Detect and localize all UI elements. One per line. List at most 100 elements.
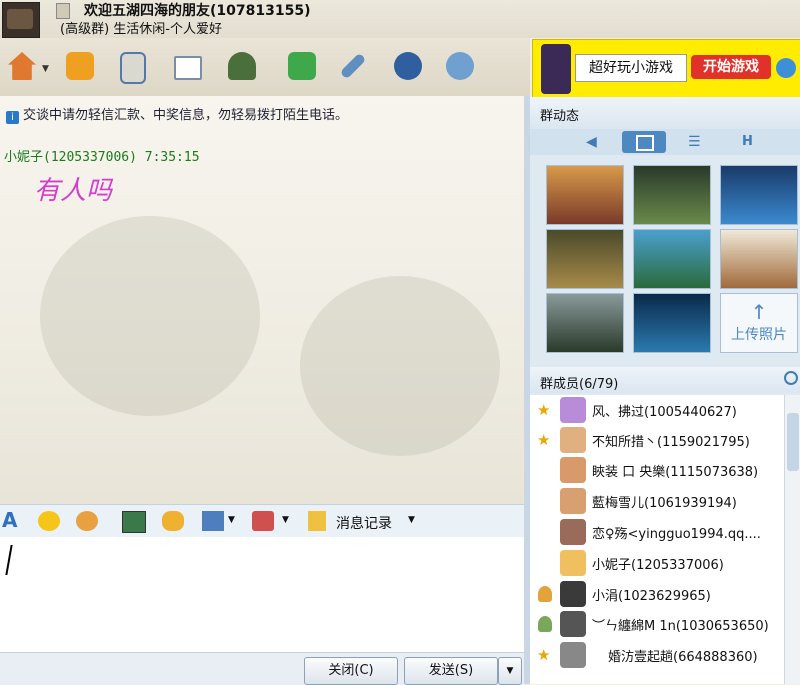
speaker-icon[interactable]: ◀: [570, 131, 614, 153]
text-cursor: [5, 545, 13, 575]
avatar: [560, 427, 586, 453]
window-subtitle: (高级群) 生活休闲-个人爱好: [60, 22, 222, 37]
scrollbar-thumb[interactable]: [787, 413, 799, 471]
message-history-button[interactable]: 消息记录: [336, 513, 392, 533]
group-type-icon: [56, 3, 70, 19]
bottom-bar: 关闭(C) 发送(S) ▼: [0, 652, 524, 685]
avatar: [560, 397, 586, 423]
admin-star-icon: ★: [537, 401, 551, 419]
member-row[interactable]: 䀹装 口 央樂(1115073638): [530, 455, 784, 485]
tab-h[interactable]: H: [726, 131, 770, 153]
message-text: 有人吗: [34, 176, 113, 206]
avatar: [560, 550, 586, 576]
member-row[interactable]: ︶ㄣ纏綿M 1n(1030653650): [530, 609, 784, 639]
shake-icon[interactable]: [162, 511, 184, 531]
admin-star-icon: ★: [537, 431, 551, 449]
info-icon: i: [6, 111, 19, 124]
chevron-down-icon[interactable]: ▼: [282, 515, 289, 525]
chevron-down-icon[interactable]: ▼: [228, 515, 235, 525]
send-button[interactable]: 发送(S): [404, 657, 498, 685]
group-dynamic-title: 群动态: [540, 109, 580, 124]
folder-icon[interactable]: [60, 48, 100, 88]
notes-icon[interactable]: [114, 48, 154, 88]
album-view-icon[interactable]: [622, 131, 666, 153]
security-notice: i 交谈中请勿轻信汇款、中奖信息，勿轻易拨打陌生电话。: [6, 104, 348, 124]
member-name: 风、拂过(1005440627): [592, 405, 737, 420]
chevron-down-icon[interactable]: ▼: [42, 64, 49, 74]
magic-emoji-icon[interactable]: [76, 511, 98, 531]
block-icon[interactable]: [252, 511, 274, 531]
member-row[interactable]: 恋♀殇<yingguo1994.qq....: [530, 517, 784, 547]
member-list-scrollbar[interactable]: [784, 395, 800, 684]
right-panel: 群动态 ◀ ☰ H ↑ 上传照片 群成员(6/79) ★ 风、拂过(100544…: [530, 97, 800, 684]
photo-thumbnail[interactable]: [633, 165, 711, 225]
photo-thumbnail[interactable]: [633, 229, 711, 289]
upload-photo-label: 上传照片: [731, 327, 787, 343]
photo-thumbnail[interactable]: [633, 293, 711, 353]
settings-icon[interactable]: [440, 48, 480, 88]
member-row[interactable]: ★ 不知所措丶(1159021795): [530, 425, 784, 455]
avatar: [560, 519, 586, 545]
avatar: [560, 642, 586, 668]
member-name: 䀹装 口 央樂(1115073638): [592, 465, 759, 480]
photo-thumbnail[interactable]: [546, 293, 624, 353]
title-bar: 欢迎五湖四海的朋友(107813155) (高级群) 生活休闲-个人爱好: [0, 0, 800, 38]
emoji-icon[interactable]: [38, 511, 60, 531]
upload-photo-button[interactable]: ↑ 上传照片: [720, 293, 798, 353]
ad-text: 超好玩小游戏: [575, 54, 687, 82]
list-view-icon[interactable]: ☰: [674, 131, 718, 153]
member-name: 藍梅雪儿(1061939194): [592, 496, 737, 511]
screenshot-icon[interactable]: [202, 511, 224, 531]
font-icon[interactable]: A: [2, 508, 24, 532]
photo-thumbnail[interactable]: [720, 165, 798, 225]
search-icon[interactable]: [784, 371, 798, 385]
avatar: [560, 488, 586, 514]
member-row[interactable]: 小妮子(1205337006): [530, 548, 784, 578]
photo-thumbnail[interactable]: [546, 229, 624, 289]
members-title: 群成员(6/79): [540, 377, 619, 392]
member-row[interactable]: 小涓(1023629965): [530, 579, 784, 609]
member-person-icon: [538, 586, 552, 602]
image-icon[interactable]: [122, 511, 146, 533]
member-name: 婚汸壹起趟(664888360): [608, 650, 758, 665]
photo-thumbnail[interactable]: [546, 165, 624, 225]
chat-history[interactable]: i 交谈中请勿轻信汇款、中奖信息，勿轻易拨打陌生电话。 小妮子(120533700…: [0, 96, 530, 504]
background-mountain-decoration: [40, 216, 260, 416]
photo-thumbnail[interactable]: [720, 229, 798, 289]
start-game-button[interactable]: 开始游戏: [691, 55, 771, 79]
home-icon[interactable]: [2, 48, 42, 88]
card-icon[interactable]: [168, 48, 208, 88]
member-row[interactable]: 藍梅雪儿(1061939194): [530, 486, 784, 516]
member-name: ︶ㄣ纏綿M 1n(1030653650): [592, 619, 769, 634]
avatar: [560, 611, 586, 637]
member-name: 不知所措丶(1159021795): [592, 435, 750, 450]
member-row[interactable]: ★ 婚汸壹起趟(664888360): [530, 640, 784, 670]
input-toolbar: A ▼ ▼ 消息记录 ▼: [0, 504, 524, 537]
window-title: 欢迎五湖四海的朋友(107813155): [84, 3, 311, 19]
close-button[interactable]: 关闭(C): [304, 657, 398, 685]
admin-star-icon: ★: [537, 646, 551, 664]
globe-icon[interactable]: [776, 58, 796, 78]
members-header: 群成员(6/79): [530, 367, 800, 393]
history-icon[interactable]: [308, 511, 326, 531]
member-name: 小妮子(1205337006): [592, 558, 724, 573]
game-ad-banner[interactable]: 超好玩小游戏 开始游戏: [532, 39, 800, 99]
member-name: 小涓(1023629965): [592, 589, 711, 604]
tools-icon[interactable]: [334, 48, 374, 88]
chevron-down-icon[interactable]: ▼: [408, 515, 415, 525]
avatar: [560, 581, 586, 607]
tree-icon[interactable]: [222, 48, 262, 88]
message-header: 小妮子(1205337006) 7:35:15: [4, 150, 200, 165]
group-dynamic-tabs: ◀ ☰ H: [530, 129, 800, 155]
group-toolbar: ▼: [0, 38, 530, 96]
member-person-icon: [538, 616, 552, 632]
add-app-icon[interactable]: [282, 48, 322, 88]
music-icon[interactable]: [388, 48, 428, 88]
avatar: [560, 457, 586, 483]
member-list[interactable]: ★ 风、拂过(1005440627) ★ 不知所措丶(1159021795) 䀹…: [530, 395, 784, 684]
game-character-icon: [541, 44, 571, 94]
message-input[interactable]: [0, 537, 524, 652]
send-options-chevron-icon[interactable]: ▼: [498, 657, 522, 685]
member-row[interactable]: ★ 风、拂过(1005440627): [530, 395, 784, 425]
group-logo-icon[interactable]: [2, 2, 40, 38]
